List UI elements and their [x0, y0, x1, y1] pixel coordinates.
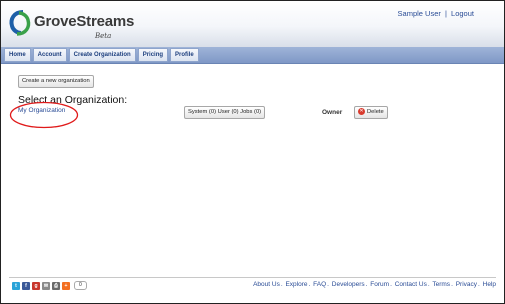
footer-separator: . — [427, 281, 430, 288]
footer-separator: . — [308, 281, 311, 288]
beta-label: Beta — [95, 32, 112, 40]
header: GroveStreams Beta Sample User | Logout — [1, 1, 504, 47]
footer-link-developers[interactable]: Developers — [332, 281, 365, 288]
print-icon[interactable]: ⎙ — [52, 281, 60, 290]
browser-frame: GroveStreams Beta Sample User | Logout H… — [0, 0, 505, 304]
grovestreams-logo-icon — [9, 10, 31, 36]
footer-link-privacy[interactable]: Privacy — [456, 281, 477, 288]
owner-label: Owner — [322, 109, 343, 116]
footer-link-forum[interactable]: Forum — [370, 281, 389, 288]
nav-home[interactable]: Home — [4, 48, 31, 62]
footer-link-explore[interactable]: Explore — [285, 281, 307, 288]
footer-separator: . — [365, 281, 368, 288]
nav-profile[interactable]: Profile — [170, 48, 199, 62]
facebook-icon[interactable]: f — [22, 281, 30, 290]
user-links: Sample User | Logout — [398, 9, 474, 18]
share-icon[interactable]: + — [62, 281, 70, 290]
user-name-link[interactable]: Sample User — [398, 9, 441, 18]
create-organization-button[interactable]: Create a new organization — [18, 75, 94, 88]
footer-link-contact-us[interactable]: Contact Us — [395, 281, 427, 288]
logout-link[interactable]: Logout — [451, 9, 474, 18]
footer-link-about-us[interactable]: About Us — [253, 281, 280, 288]
nav-account[interactable]: Account — [32, 48, 67, 62]
google-plus-icon[interactable]: g — [32, 281, 40, 290]
footer-link-help[interactable]: Help — [483, 281, 496, 288]
twitter-icon[interactable]: t — [12, 281, 20, 290]
nav-create-organization[interactable]: Create Organization — [68, 48, 136, 62]
footer-separator: . — [478, 281, 480, 288]
organization-link[interactable]: My Organization — [18, 107, 65, 114]
brand-name: GroveStreams — [34, 13, 135, 30]
email-icon[interactable]: ✉ — [42, 281, 50, 290]
footer-link-faq[interactable]: FAQ — [313, 281, 326, 288]
footer-divider — [9, 277, 496, 278]
footer-links: About Us. Explore. FAQ. Developers. Foru… — [253, 281, 496, 288]
footer-link-terms[interactable]: Terms — [432, 281, 450, 288]
highlight-ellipse — [9, 101, 79, 129]
footer-separator: . — [451, 281, 453, 288]
footer-separator: . — [280, 281, 283, 288]
organization-stats-button[interactable]: System (0) User (0) Jobs (0) — [184, 106, 266, 119]
social-share-bar: t f g ✉ ⎙ + 0 — [12, 281, 87, 290]
footer-separator: . — [327, 281, 329, 288]
share-count: 0 — [74, 281, 87, 290]
delete-button[interactable]: ✕ Delete — [354, 106, 388, 119]
user-links-separator: | — [445, 9, 447, 18]
footer-separator: . — [390, 281, 392, 288]
delete-icon: ✕ — [358, 107, 365, 115]
nav-pricing[interactable]: Pricing — [137, 48, 169, 62]
nav-bar: Home Account Create Organization Pricing… — [1, 47, 504, 64]
delete-button-label: Delete — [367, 109, 384, 115]
